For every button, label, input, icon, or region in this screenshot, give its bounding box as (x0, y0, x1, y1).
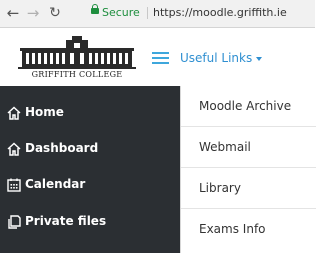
logo-text: GRIFFITH COLLEGE (31, 70, 123, 79)
useful-links-dropdown[interactable]: Useful Links (180, 51, 263, 65)
url-text: https://moodle.griffith.ie (153, 6, 287, 19)
sidebar-item-label: Private files (25, 214, 107, 228)
address-separator (147, 7, 148, 19)
college-building-icon (18, 36, 136, 69)
hamburger-menu-icon[interactable] (152, 52, 169, 64)
menu-item-exams-info[interactable]: Exams Info (181, 209, 316, 250)
sidebar-item-private-files[interactable]: Private files (6, 206, 176, 236)
sidebar-item-label: Calendar (25, 177, 86, 191)
caret-down-icon (256, 56, 263, 61)
sidebar-item-calendar[interactable]: Calendar (6, 169, 176, 199)
lock-icon (91, 4, 99, 14)
browser-toolbar: ← → ↻ Secure https://moodle.griffith.ie (0, 0, 315, 28)
reload-icon[interactable]: ↻ (48, 4, 62, 22)
griffith-college-logo[interactable]: GRIFFITH COLLEGE (16, 36, 138, 82)
menu-item-moodle-archive[interactable]: Moodle Archive (181, 86, 316, 127)
files-icon (8, 214, 21, 229)
home-icon (7, 141, 21, 156)
useful-links-label: Useful Links (180, 51, 253, 65)
menu-item-library[interactable]: Library (181, 168, 316, 209)
menu-item-webmail[interactable]: Webmail (181, 127, 316, 168)
sidebar-item-label: Home (25, 105, 64, 119)
back-arrow-icon[interactable]: ← (6, 4, 20, 22)
sidebar-item-home[interactable]: Home (6, 97, 176, 127)
address-bar[interactable]: Secure https://moodle.griffith.ie (88, 3, 315, 23)
site-header: GRIFFITH COLLEGE Useful Links (0, 28, 315, 86)
useful-links-menu: Moodle Archive Webmail Library Exams Inf… (180, 86, 316, 253)
forward-arrow-icon[interactable]: → (26, 4, 40, 22)
sidebar-item-dashboard[interactable]: Dashboard (6, 133, 176, 163)
sidebar-nav: Home Dashboard Calendar Private files (0, 86, 180, 253)
home-icon (7, 105, 21, 120)
sidebar-item-label: Dashboard (25, 141, 99, 155)
calendar-icon (7, 178, 21, 192)
secure-label: Secure (102, 6, 140, 19)
